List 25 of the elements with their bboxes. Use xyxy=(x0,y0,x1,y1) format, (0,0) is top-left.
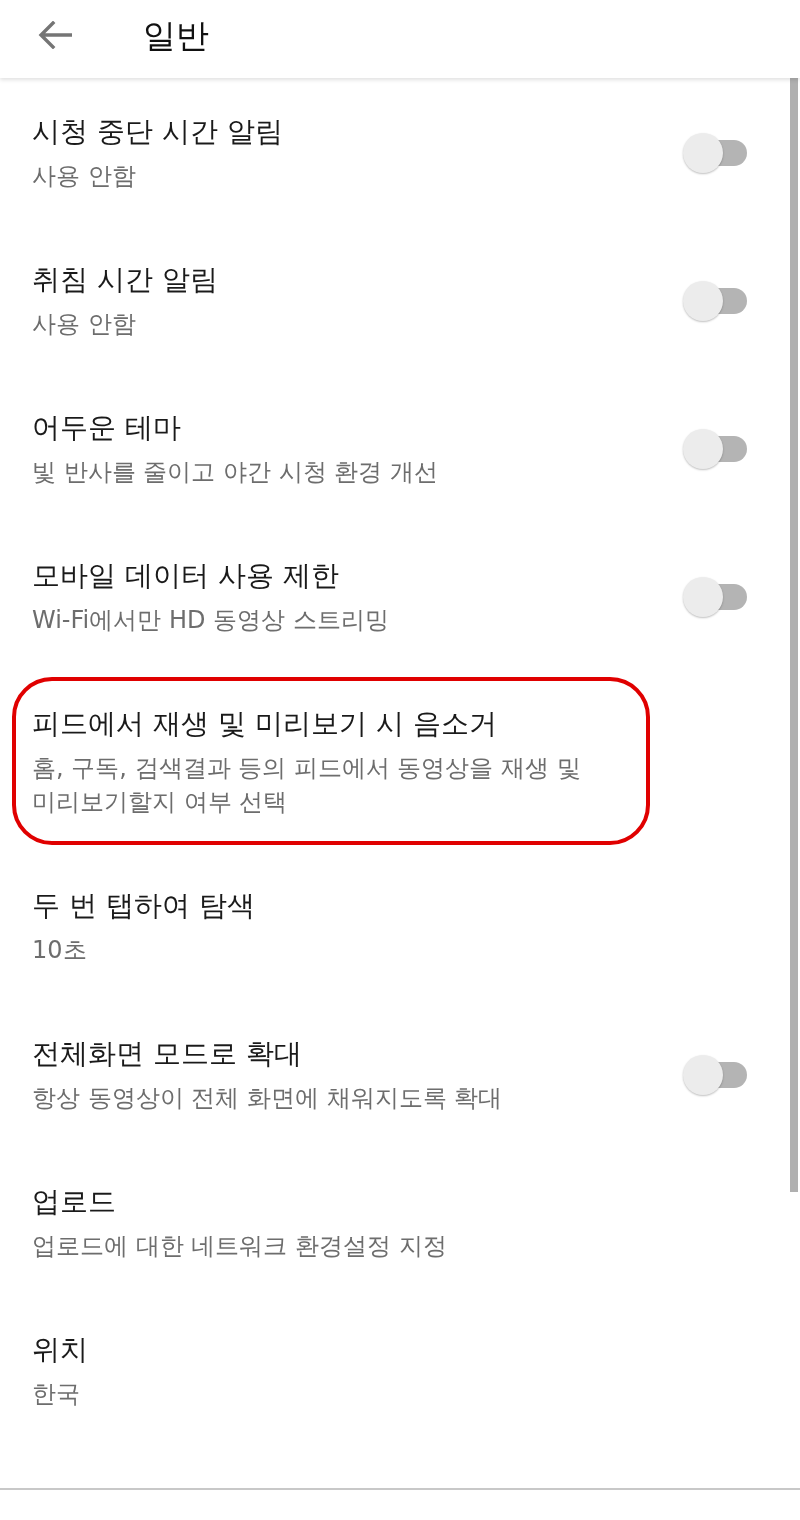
back-arrow-icon[interactable] xyxy=(38,21,72,49)
page-title: 일반 xyxy=(143,15,209,57)
setting-description: 한국 xyxy=(32,1379,81,1410)
setting-title: 모바일 데이터 사용 제한 xyxy=(32,558,340,594)
setting-title: 업로드 xyxy=(32,1184,117,1220)
setting-description: 업로드에 대한 네트워크 환경설정 지정 xyxy=(32,1231,448,1262)
setting-description: 사용 안함 xyxy=(32,161,137,192)
setting-title: 취침 시간 알림 xyxy=(32,262,219,298)
setting-title: 피드에서 재생 및 미리보기 시 음소거 xyxy=(32,706,498,742)
setting-title: 어두운 테마 xyxy=(32,410,182,446)
setting-title: 두 번 탭하여 탐색 xyxy=(32,888,256,924)
setting-description: 항상 동영상이 전체 화면에 채워지도록 확대 xyxy=(32,1083,504,1114)
toggle-switch[interactable] xyxy=(683,575,747,618)
setting-title: 시청 중단 시간 알림 xyxy=(32,114,284,150)
setting-description: 사용 안함 xyxy=(32,309,137,340)
setting-description: 빛 반사를 줄이고 야간 시청 환경 개선 xyxy=(32,457,439,488)
setting-description: 10초 xyxy=(32,935,88,966)
setting-title: 위치 xyxy=(32,1332,89,1368)
setting-title: 전체화면 모드로 확대 xyxy=(32,1036,303,1072)
toggle-switch[interactable] xyxy=(683,131,747,174)
setting-description: 홈, 구독, 검색결과 등의 피드에서 동영상을 재생 및 미리보기할지 여부 선택 xyxy=(32,753,582,818)
toggle-switch[interactable] xyxy=(683,427,747,470)
toggle-switch[interactable] xyxy=(683,1053,747,1096)
setting-description: Wi-Fi에서만 HD 동영상 스트리밍 xyxy=(32,605,390,636)
toggle-switch[interactable] xyxy=(683,279,747,322)
